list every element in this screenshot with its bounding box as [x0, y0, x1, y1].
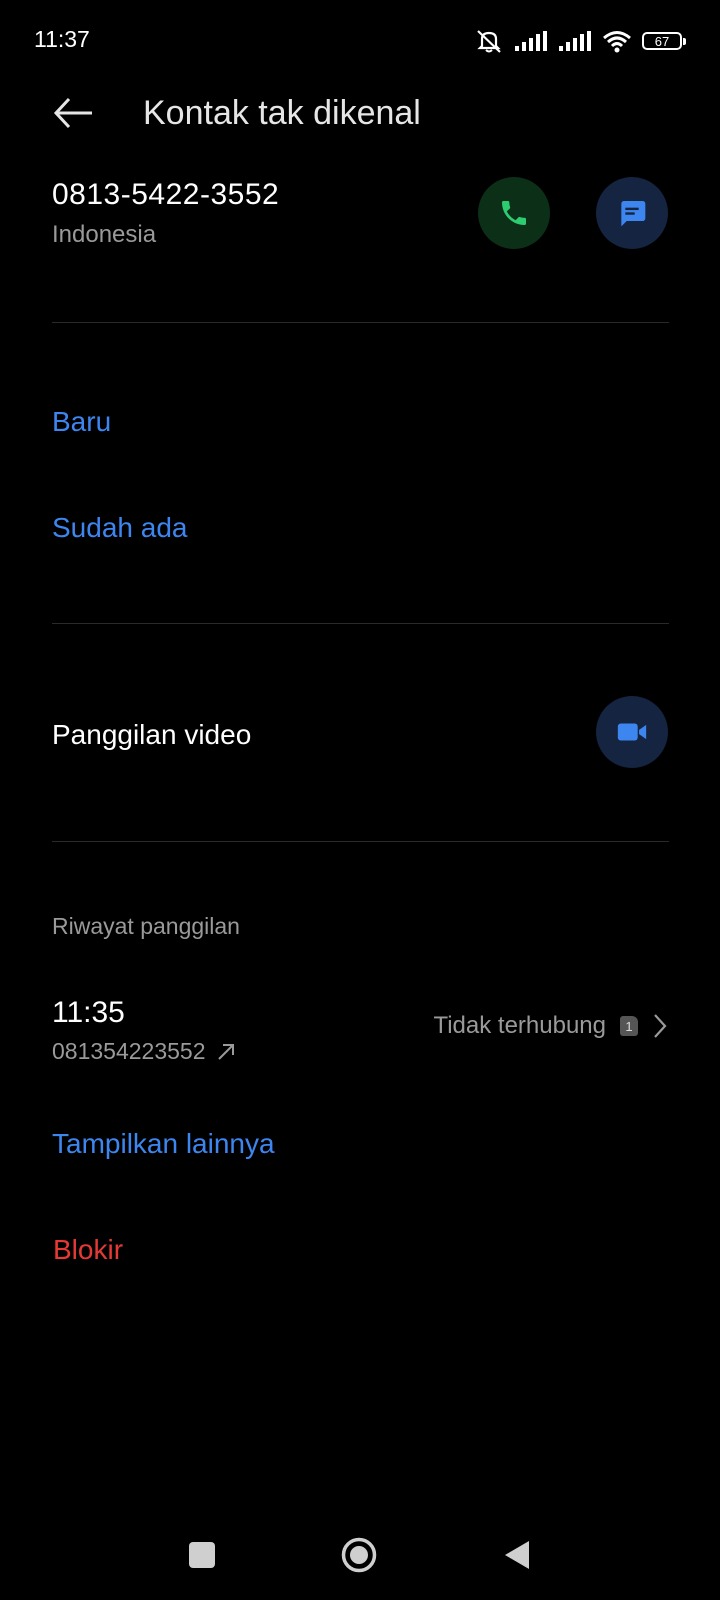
divider [52, 322, 669, 323]
back-nav-button[interactable] [502, 1539, 532, 1571]
phone-icon [502, 201, 526, 225]
contact-number: 0813-5422-3552 [52, 178, 280, 211]
message-icon [621, 201, 646, 227]
arrow-left-icon[interactable] [52, 92, 94, 134]
sim-badge: 1 [620, 1016, 638, 1036]
signal-icon-2 [559, 31, 591, 51]
signal-icon [515, 31, 547, 51]
video-call-button[interactable] [596, 696, 668, 768]
block-link[interactable]: Blokir [53, 1234, 123, 1266]
existing-contact-link[interactable]: Sudah ada [52, 512, 187, 544]
home-nav-button[interactable] [341, 1537, 377, 1573]
contact-region: Indonesia [52, 221, 157, 248]
battery-indicator: 67 [642, 32, 686, 50]
call-entry-number: 081354223552 [52, 1038, 236, 1065]
chevron-right-icon [654, 1014, 667, 1038]
status-time: 11:37 [34, 26, 90, 52]
call-entry-number-text: 081354223552 [52, 1038, 206, 1064]
new-contact-link[interactable]: Baru [52, 406, 111, 438]
call-button[interactable] [478, 177, 550, 249]
divider [52, 623, 669, 624]
call-entry-status[interactable]: Tidak terhubung 1 [433, 1012, 668, 1040]
outgoing-arrow-icon [217, 1043, 234, 1060]
wifi-icon [603, 31, 631, 53]
call-entry-time: 11:35 [52, 996, 125, 1029]
message-button[interactable] [596, 177, 668, 249]
recents-nav-button[interactable] [189, 1542, 215, 1568]
page-title: Kontak tak dikenal [143, 94, 421, 132]
video-camera-icon [617, 723, 647, 741]
call-entry-status-text: Tidak terhubung [433, 1012, 606, 1039]
video-call-label: Panggilan video [52, 719, 252, 750]
mute-bell-icon [477, 30, 501, 53]
call-history-label: Riwayat panggilan [52, 913, 240, 939]
status-icons: 67 [474, 26, 686, 56]
show-more-link[interactable]: Tampilkan lainnya [52, 1128, 275, 1160]
divider [52, 841, 669, 842]
battery-level: 67 [654, 33, 670, 49]
